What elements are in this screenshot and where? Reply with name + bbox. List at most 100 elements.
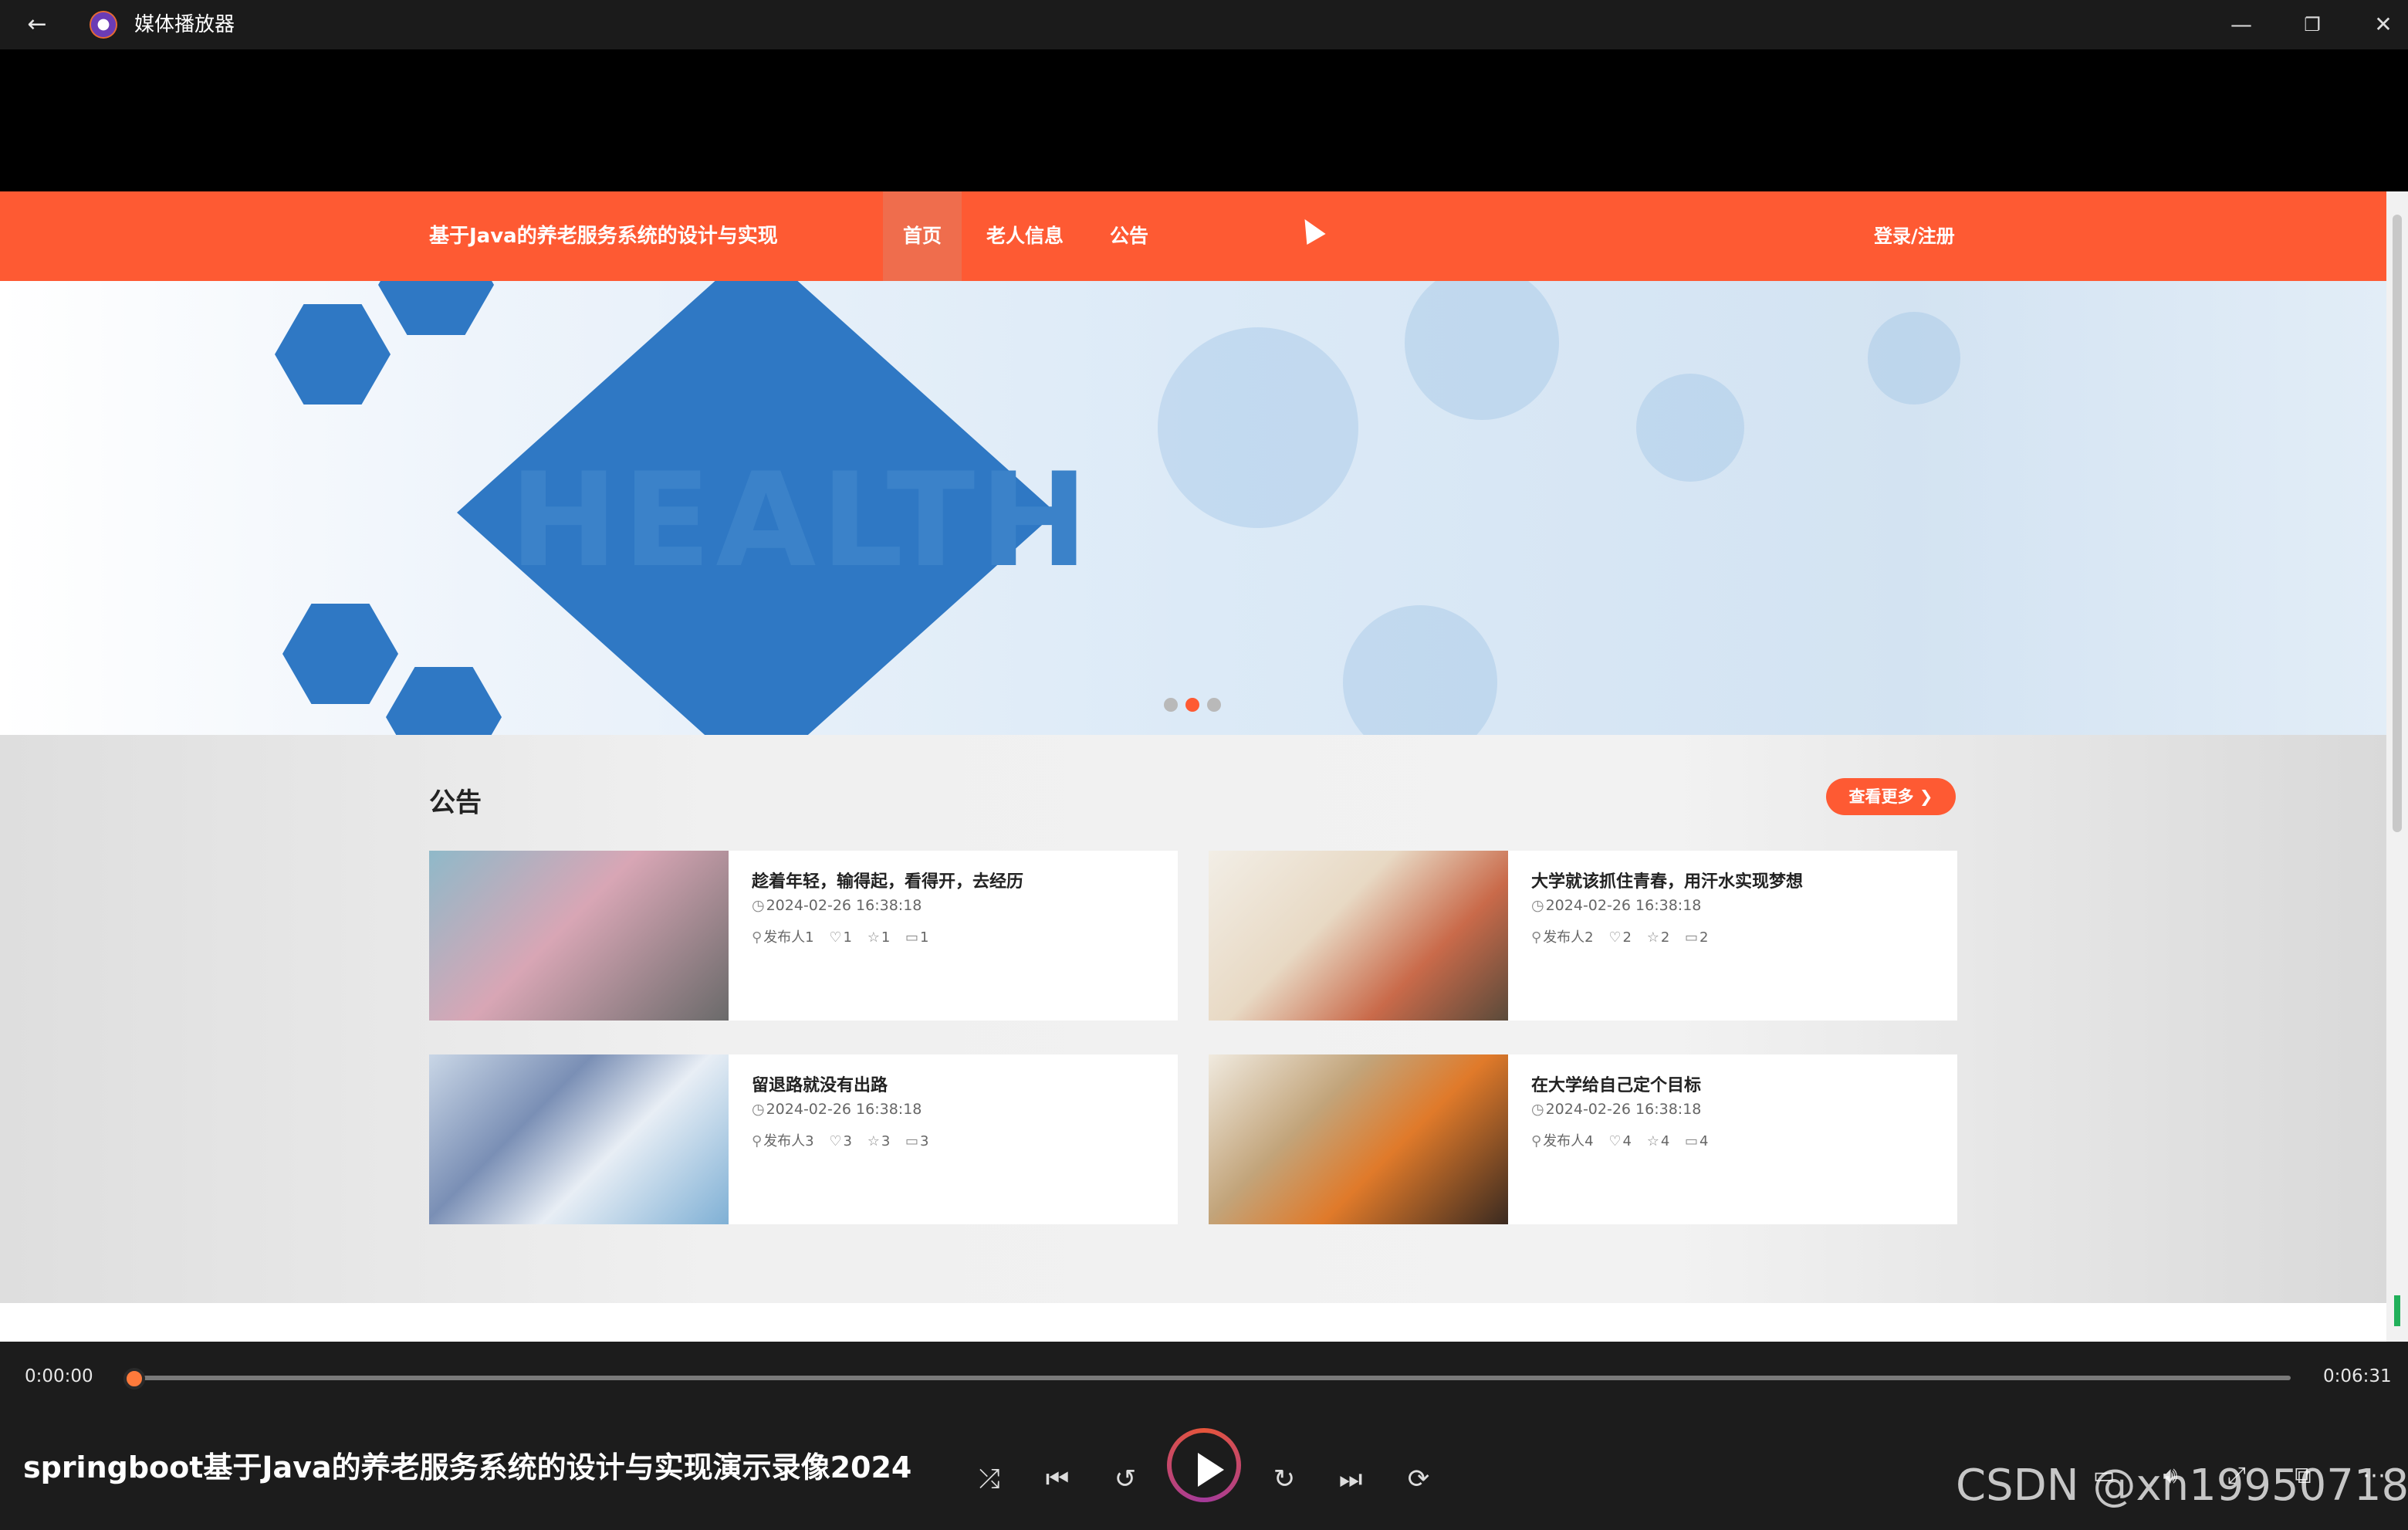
user-icon: ⚲ xyxy=(1531,1133,1542,1149)
window-titlebar: ← 媒体播放器 — ❐ ✕ xyxy=(0,0,2408,49)
notice-likes: 2 xyxy=(1622,929,1632,946)
star-icon: ☆ xyxy=(1646,1133,1659,1149)
app-title: 媒体播放器 xyxy=(134,13,235,36)
carousel-dot-active[interactable] xyxy=(1185,698,1199,712)
notice-card-title: 留退路就没有出路 xyxy=(752,1076,888,1095)
carousel-dot[interactable] xyxy=(1164,698,1178,712)
shuffle-icon[interactable]: ⤮ xyxy=(968,1457,1011,1501)
comment-icon: ▭ xyxy=(905,929,919,946)
back-arrow-icon[interactable]: ← xyxy=(22,9,52,40)
current-time: 0:00:00 xyxy=(25,1366,93,1386)
notice-section-title: 公告 xyxy=(429,787,482,818)
heartbeat-hexagon-icon xyxy=(378,281,494,335)
play-icon xyxy=(1198,1453,1224,1487)
carousel-dot[interactable] xyxy=(1207,698,1221,712)
notice-likes: 3 xyxy=(843,1133,852,1149)
molecule-bubble xyxy=(1343,605,1497,735)
like-icon: ♡ xyxy=(829,929,842,946)
comment-icon: ▭ xyxy=(905,1133,919,1149)
notice-author: 发布人2 xyxy=(1543,929,1594,946)
notice-stars: 1 xyxy=(881,929,891,946)
csdn-watermark: CSDN @xn19950718 xyxy=(1956,1461,2408,1511)
medical-cross-hexagon-icon xyxy=(282,604,398,704)
comment-icon: ▭ xyxy=(1685,1133,1699,1149)
molecule-bubble xyxy=(1636,374,1744,482)
play-button[interactable] xyxy=(1167,1428,1241,1502)
restore-button[interactable]: ❐ xyxy=(2285,6,2340,43)
nav-item-elderly-info[interactable]: 老人信息 xyxy=(966,191,1084,281)
molecule-bubble xyxy=(1158,327,1358,528)
scroll-indicator xyxy=(2394,1295,2400,1326)
play-button-inner xyxy=(1172,1433,1236,1498)
notice-stars: 3 xyxy=(881,1133,891,1149)
view-more-button[interactable]: 查看更多 ❯ xyxy=(1826,778,1956,815)
notice-author: 发布人4 xyxy=(1543,1133,1594,1149)
nav-item-notice[interactable]: 公告 xyxy=(1090,191,1168,281)
notice-stars: 4 xyxy=(1660,1133,1670,1149)
total-time: 0:06:31 xyxy=(2323,1366,2392,1386)
notice-card-meta: ⚲ 发布人4 ♡ 4 ☆ 4 ▭ 4 xyxy=(1531,1130,1720,1150)
notice-card-date: ◷ 2024-02-26 16:38:18 xyxy=(1531,1101,1702,1118)
mouse-cursor-icon xyxy=(1295,214,1326,245)
syringe-hexagon-icon xyxy=(275,304,391,405)
notice-thumbnail-image xyxy=(1209,851,1508,1021)
forward-30-icon[interactable]: ↻ xyxy=(1263,1457,1306,1501)
notice-card-meta: ⚲ 发布人1 ♡ 1 ☆ 1 ▭ 1 xyxy=(752,926,940,946)
notice-card-title: 在大学给自己定个目标 xyxy=(1531,1076,1702,1095)
seek-bar[interactable] xyxy=(133,1376,2291,1380)
notice-card-date: ◷ 2024-02-26 16:38:18 xyxy=(1531,897,1702,914)
seek-bar-knob[interactable] xyxy=(123,1368,145,1390)
video-title: springboot基于Java的养老服务系统的设计与实现演示录像2024 xyxy=(23,1450,912,1484)
notice-card-date: ◷ 2024-02-26 16:38:18 xyxy=(752,1101,922,1118)
notice-card-meta: ⚲ 发布人3 ♡ 3 ☆ 3 ▭ 3 xyxy=(752,1130,940,1150)
notice-thumbnail-image xyxy=(429,851,729,1021)
notice-thumbnail-image xyxy=(429,1054,729,1224)
user-icon: ⚲ xyxy=(1531,929,1542,946)
page-scrollbar[interactable] xyxy=(2386,191,2408,1342)
banner-health-text: HEALTH xyxy=(509,445,1093,596)
notice-author: 发布人3 xyxy=(763,1133,814,1149)
minimize-button[interactable]: — xyxy=(2214,6,2269,43)
notice-card[interactable]: 在大学给自己定个目标 ◷ 2024-02-26 16:38:18 ⚲ 发布人4 ♡ 4… xyxy=(1209,1054,1957,1224)
repeat-icon[interactable]: ⟳ xyxy=(1397,1457,1440,1501)
notice-card[interactable]: 趁着年轻，输得起，看得开，去经历 ◷ 2024-02-26 16:38:18 ⚲ 发… xyxy=(429,851,1178,1021)
notice-card[interactable]: 留退路就没有出路 ◷ 2024-02-26 16:38:18 ⚲ 发布人3 ♡ 3 ☆… xyxy=(429,1054,1178,1224)
star-icon: ☆ xyxy=(867,1133,880,1149)
notice-card[interactable]: 大学就该抓住青春，用汗水实现梦想 ◷ 2024-02-26 16:38:18 ⚲ 发… xyxy=(1209,851,1957,1021)
notice-section: 公告 查看更多 ❯ 趁着年轻，输得起，看得开，去经历 ◷ 2024-02-26 1… xyxy=(0,735,2386,1303)
notice-stars: 2 xyxy=(1660,929,1670,946)
star-icon: ☆ xyxy=(1646,929,1659,946)
notice-card-title: 大学就该抓住青春，用汗水实现梦想 xyxy=(1531,872,1804,892)
clock-icon: ◷ xyxy=(1531,897,1544,914)
nav-item-home[interactable]: 首页 xyxy=(883,191,962,281)
rewind-10-icon[interactable]: ↺ xyxy=(1104,1457,1147,1501)
hero-banner: HEALTH xyxy=(0,281,2386,735)
like-icon: ♡ xyxy=(1608,929,1622,946)
media-player-app-icon xyxy=(90,11,117,39)
user-icon: ⚲ xyxy=(752,929,763,946)
login-register-link[interactable]: 登录/注册 xyxy=(1874,221,1955,252)
scrollbar-thumb[interactable] xyxy=(2393,215,2402,832)
previous-track-icon[interactable]: ⏮ xyxy=(1036,1457,1079,1501)
video-letterbox-top xyxy=(0,49,2408,191)
notice-thumbnail-image xyxy=(1209,1054,1508,1224)
molecule-bubble xyxy=(1868,312,1960,405)
like-icon: ♡ xyxy=(829,1133,842,1149)
notice-comments: 2 xyxy=(1699,929,1709,946)
close-button[interactable]: ✕ xyxy=(2356,6,2408,43)
star-icon: ☆ xyxy=(867,929,880,946)
site-title: 基于Java的养老服务系统的设计与实现 xyxy=(429,225,778,248)
carousel-dots xyxy=(1164,698,1229,715)
like-icon: ♡ xyxy=(1608,1133,1622,1149)
notice-comments: 1 xyxy=(920,929,929,946)
notice-comments: 4 xyxy=(1699,1133,1709,1149)
clock-icon: ◷ xyxy=(752,1101,765,1118)
notice-card-meta: ⚲ 发布人2 ♡ 2 ☆ 2 ▭ 2 xyxy=(1531,926,1720,946)
site-navbar: 基于Java的养老服务系统的设计与实现 首页 老人信息 公告 登录/注册 xyxy=(0,191,2386,281)
user-icon: ⚲ xyxy=(752,1133,763,1149)
notice-likes: 4 xyxy=(1622,1133,1632,1149)
notice-card-date: ◷ 2024-02-26 16:38:18 xyxy=(752,897,922,914)
notice-card-title: 趁着年轻，输得起，看得开，去经历 xyxy=(752,872,1024,892)
next-track-icon[interactable]: ⏭ xyxy=(1329,1457,1372,1501)
comment-icon: ▭ xyxy=(1685,929,1699,946)
